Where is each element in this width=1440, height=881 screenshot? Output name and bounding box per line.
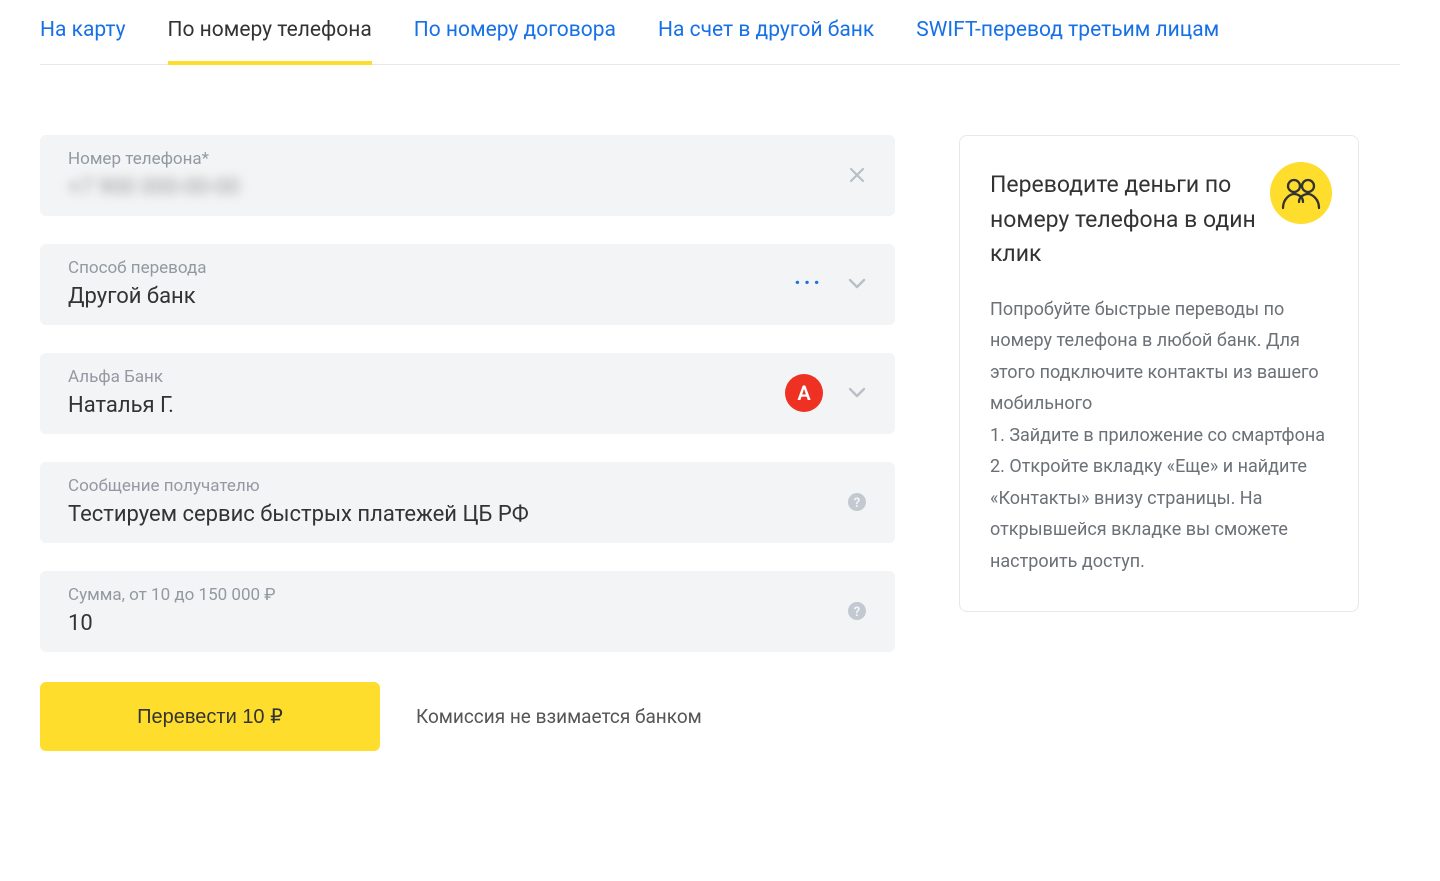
- clear-phone-icon[interactable]: [847, 165, 867, 185]
- svg-text:?: ?: [854, 605, 860, 620]
- info-body: Попробуйте быстрые переводы по номеру те…: [990, 294, 1328, 578]
- amount-field[interactable]: Сумма, от 10 до 150 000 ₽ 10 ?: [40, 571, 895, 652]
- submit-transfer-button[interactable]: Перевести 10 ₽: [40, 682, 380, 751]
- transfer-form: Номер телефона* +7 900 000-00-00 Способ …: [40, 135, 895, 751]
- svg-text:?: ?: [854, 496, 860, 511]
- alfa-bank-badge-icon: A: [785, 374, 823, 412]
- message-value: Тестируем сервис быстрых платежей ЦБ РФ: [68, 502, 847, 527]
- tab-to-card[interactable]: На карту: [40, 18, 126, 64]
- info-card: Переводите деньги по номеру телефона в о…: [959, 135, 1359, 612]
- bank-label: Альфа Банк: [68, 367, 785, 387]
- bank-field[interactable]: Альфа Банк Наталья Г. A: [40, 353, 895, 434]
- method-field[interactable]: Способ перевода Другой банк ···: [40, 244, 895, 325]
- help-icon[interactable]: ?: [847, 601, 867, 621]
- message-field[interactable]: Сообщение получателю Тестируем сервис бы…: [40, 462, 895, 543]
- method-value: Другой банк: [68, 284, 794, 309]
- chevron-down-icon[interactable]: [847, 383, 867, 403]
- message-label: Сообщение получателю: [68, 476, 847, 496]
- method-label: Способ перевода: [68, 258, 794, 278]
- tab-by-phone[interactable]: По номеру телефона: [168, 18, 372, 64]
- bank-recipient: Наталья Г.: [68, 393, 785, 418]
- info-people-icon: [1270, 162, 1332, 224]
- phone-label: Номер телефона*: [68, 149, 847, 169]
- amount-label: Сумма, от 10 до 150 000 ₽: [68, 585, 847, 605]
- help-icon[interactable]: ?: [847, 492, 867, 512]
- phone-field[interactable]: Номер телефона* +7 900 000-00-00: [40, 135, 895, 216]
- tab-other-bank-account[interactable]: На счет в другой банк: [658, 18, 874, 64]
- tab-swift[interactable]: SWIFT-перевод третьим лицам: [916, 18, 1219, 64]
- transfer-tabs: На карту По номеру телефона По номеру до…: [40, 0, 1400, 65]
- tab-by-contract[interactable]: По номеру договора: [414, 18, 616, 64]
- phone-value: +7 900 000-00-00: [68, 175, 847, 200]
- commission-text: Комиссия не взимается банком: [416, 705, 702, 728]
- chevron-down-icon[interactable]: [847, 274, 867, 294]
- method-more-icon[interactable]: ···: [794, 279, 823, 289]
- amount-value: 10: [68, 611, 847, 636]
